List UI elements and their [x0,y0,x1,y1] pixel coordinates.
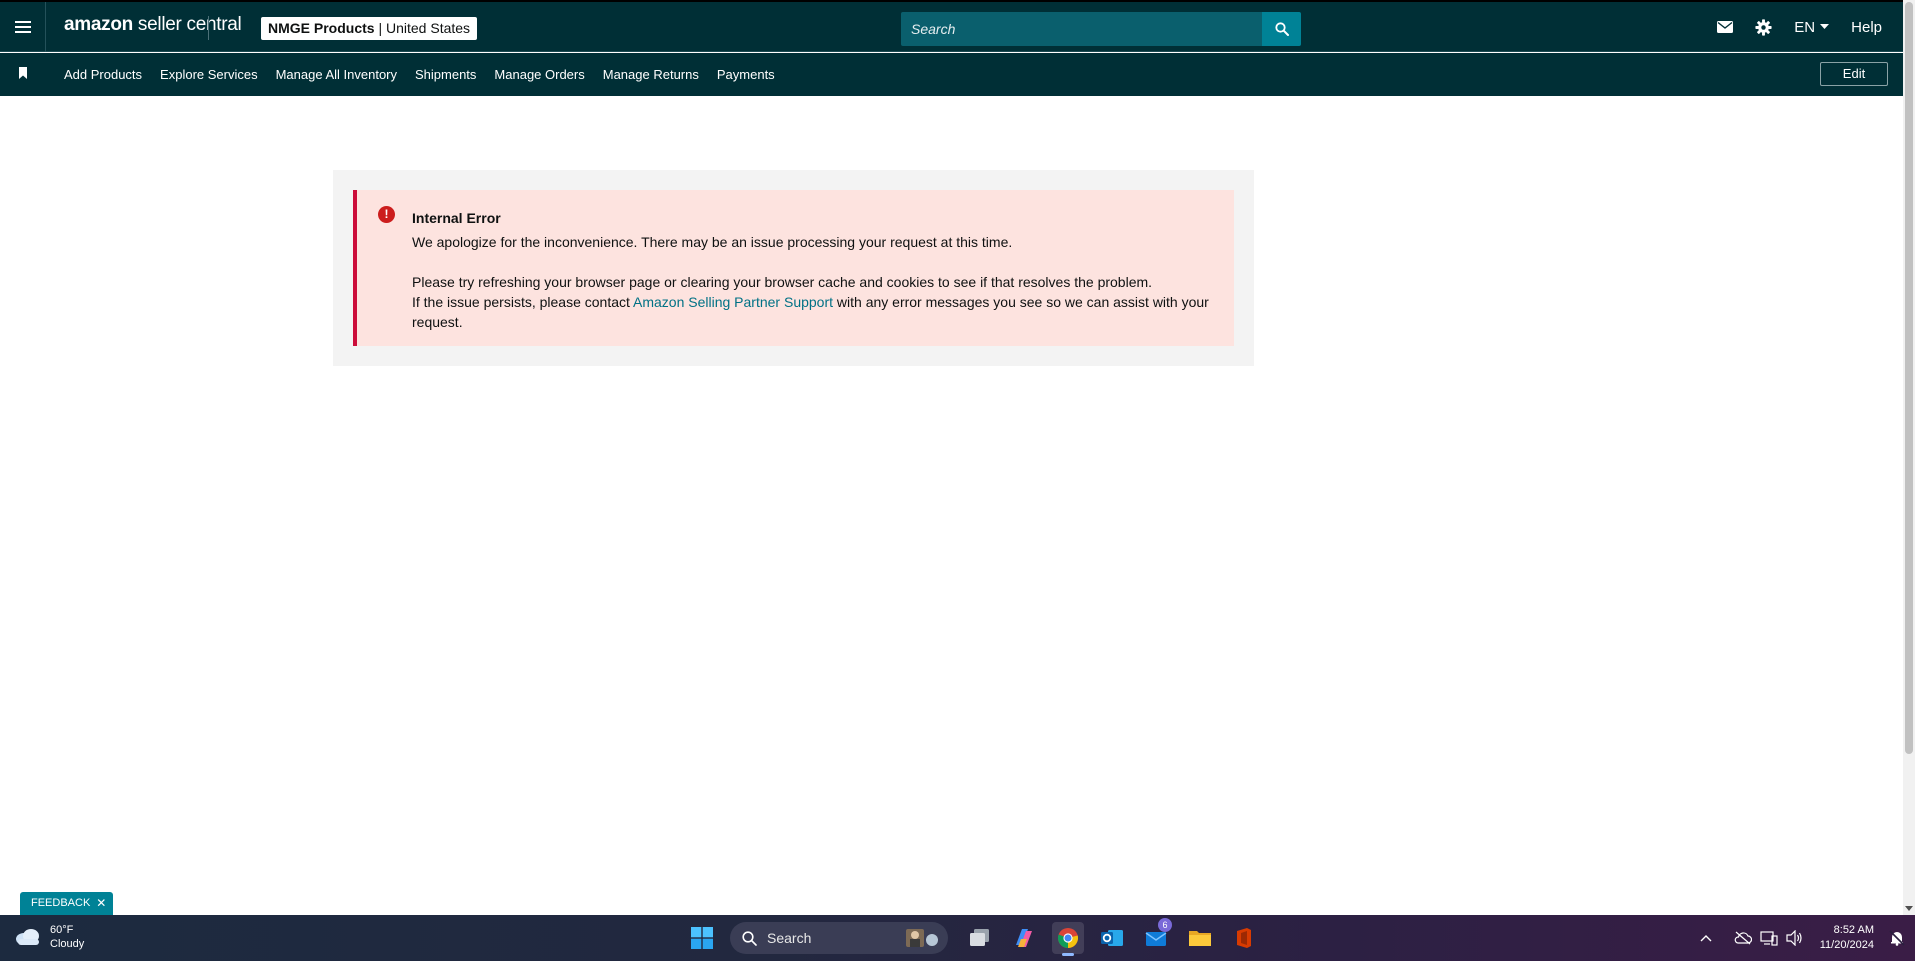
messages-button[interactable] [1717,21,1734,33]
mail-badge: 6 [1158,918,1172,932]
nav-items: Add Products Explore Services Manage All… [64,53,793,96]
error-line-3-pre: If the issue persists, please contact [412,294,634,310]
nav-manage-orders[interactable]: Manage Orders [494,67,584,82]
caret-down-icon [1820,24,1830,29]
top-header: amazon seller central NMGE Products | Un… [0,0,1903,52]
outlook-icon [1101,930,1123,946]
taskbar-search[interactable]: Search [730,922,948,954]
nav-explore-services[interactable]: Explore Services [160,67,258,82]
task-view-icon [970,929,989,946]
copilot-icon [1016,929,1032,947]
feedback-close-icon[interactable]: ✕ [96,892,106,915]
onedrive-status[interactable] [1733,928,1753,948]
seller-central-logo[interactable]: amazon seller central [64,14,242,36]
error-message: Internal Error We apologize for the inco… [412,208,1222,332]
nav-add-products[interactable]: Add Products [64,67,142,82]
network-status[interactable] [1759,928,1779,948]
error-title: Internal Error [412,210,501,226]
windows-taskbar: 60°F Cloudy Search 6 8:52 AM 11/20/2024 [0,915,1915,961]
chrome-icon [1057,928,1079,949]
nav-manage-returns[interactable]: Manage Returns [603,67,699,82]
clock-time: 8:52 AM [1833,924,1874,936]
nav-payments[interactable]: Payments [717,67,775,82]
folder-icon [1189,931,1211,946]
weather-temp: 60°F [50,924,74,936]
header-divider [208,16,209,40]
search-input[interactable] [901,12,1262,46]
show-hidden-icons-button[interactable] [1696,928,1716,948]
start-button[interactable] [686,922,718,954]
settings-button[interactable] [1755,18,1772,36]
outlook-taskbar-button[interactable] [1096,922,1128,954]
error-icon: ! [378,206,395,223]
seller-central-app: amazon seller central NMGE Products | Un… [0,0,1915,915]
notifications-button[interactable] [1887,928,1907,948]
language-selector[interactable]: EN [1794,18,1830,36]
nav-shipments[interactable]: Shipments [415,67,476,82]
notification-bell-icon [1889,930,1905,946]
account-region: United States [386,20,471,36]
network-icon [1760,931,1778,946]
cloud-offline-icon [1734,931,1752,945]
office-taskbar-button[interactable] [1228,922,1260,954]
language-label: EN [1794,18,1816,36]
page-scrollbar[interactable] [1903,0,1915,915]
chrome-taskbar-button[interactable] [1052,922,1084,956]
search-highlight-icon [906,929,938,947]
chevron-up-icon [1700,935,1712,942]
scroll-down-arrow-icon[interactable] [1905,906,1913,911]
hamburger-menu-button[interactable] [0,2,46,52]
search-icon [742,930,757,946]
file-explorer-button[interactable] [1184,922,1216,954]
error-panel: ! Internal Error We apologize for the in… [333,170,1254,366]
hamburger-icon [14,21,31,33]
logo-brand: amazon [64,14,133,35]
cloud-icon [16,929,39,945]
task-view-button[interactable] [964,922,996,954]
header-actions: EN Help [1695,2,1903,52]
speaker-icon [1786,930,1802,946]
volume-control[interactable] [1785,928,1805,948]
weather-text: 60°F Cloudy [50,923,84,951]
nav-manage-all-inventory[interactable]: Manage All Inventory [276,67,397,82]
error-line-1: We apologize for the inconvenience. Ther… [412,234,1013,250]
help-link[interactable]: Help [1851,19,1882,36]
copilot-button[interactable] [1008,922,1040,954]
error-alert: ! Internal Error We apologize for the in… [353,190,1234,346]
account-name: NMGE Products [268,20,375,36]
office-icon [1237,928,1251,948]
system-tray: 8:52 AM 11/20/2024 [1693,915,1915,961]
taskbar-apps: Search 6 [680,915,1266,961]
error-line-3: If the issue persists, please contact Am… [412,292,1222,332]
support-link[interactable]: Amazon Selling Partner Support [633,294,833,310]
mail-icon [1717,21,1734,33]
mail-taskbar-button[interactable]: 6 [1140,918,1172,954]
scrollbar-thumb[interactable] [1905,2,1913,754]
taskbar-search-label: Search [767,930,812,946]
account-separator: | [374,20,386,36]
clock-date: 11/20/2024 [1819,939,1874,951]
logo-suffix: seller central [132,14,242,35]
feedback-label: FEEDBACK [31,897,91,909]
search-icon [1274,22,1289,36]
weather-widget[interactable]: 60°F Cloudy [14,923,84,951]
edit-nav-button[interactable]: Edit [1820,62,1888,86]
taskbar-clock[interactable]: 8:52 AM 11/20/2024 [1820,923,1874,953]
feedback-tab[interactable]: FEEDBACK ✕ [20,892,114,915]
bookmark-icon[interactable] [17,67,29,80]
error-line-2: Please try refreshing your browser page … [412,274,1153,290]
gear-icon [1755,18,1772,36]
account-switcher[interactable]: NMGE Products | United States [261,17,478,40]
search-button[interactable] [1262,12,1301,46]
weather-desc: Cloudy [50,938,85,950]
search-bar [901,12,1301,46]
windows-logo-icon [691,927,713,949]
navigation-bar: Add Products Explore Services Manage All… [0,53,1903,96]
